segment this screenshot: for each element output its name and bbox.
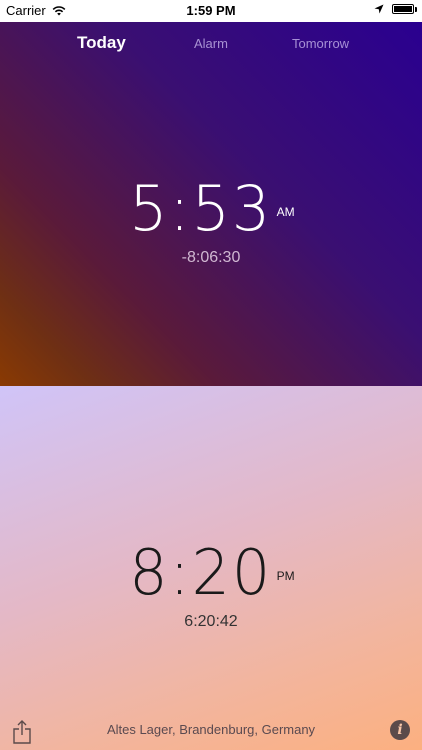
tab-today[interactable]: Today — [77, 33, 126, 53]
sunrise-clock: 5:53 AM — [0, 172, 422, 245]
status-time: 1:59 PM — [186, 3, 236, 18]
tab-alarm[interactable]: Alarm — [194, 36, 228, 51]
sunset-clock: 8:20 PM — [0, 536, 422, 609]
battery-icon — [392, 4, 417, 14]
sunrise-offset: -8:06:30 — [181, 249, 241, 266]
day-tabs: Today Alarm Tomorrow — [0, 33, 422, 60]
location-arrow-icon — [374, 4, 384, 14]
status-bar: Carrier 1:59 PM — [0, 0, 422, 22]
status-right — [374, 4, 417, 14]
sunset-remaining: 6:20:42 — [184, 613, 238, 630]
location-label: Altes Lager, Brandenburg, Germany — [106, 722, 316, 737]
sunset-period: PM — [276, 569, 295, 583]
battery-level — [394, 6, 412, 12]
sunrise-panel: Today Alarm Tomorrow 5:53 AM -8:06:30 — [0, 22, 422, 386]
sunrise-time: 5:53 — [129, 172, 273, 245]
tab-tomorrow[interactable]: Tomorrow — [292, 36, 349, 51]
info-icon[interactable]: i — [390, 720, 410, 740]
sunset-time: 8:20 — [129, 536, 273, 609]
sunrise-period: AM — [276, 205, 295, 219]
footer: Altes Lager, Brandenburg, Germany i — [0, 712, 422, 750]
sunset-panel: 8:20 PM 6:20:42 Altes Lager, Brandenburg,… — [0, 386, 422, 750]
